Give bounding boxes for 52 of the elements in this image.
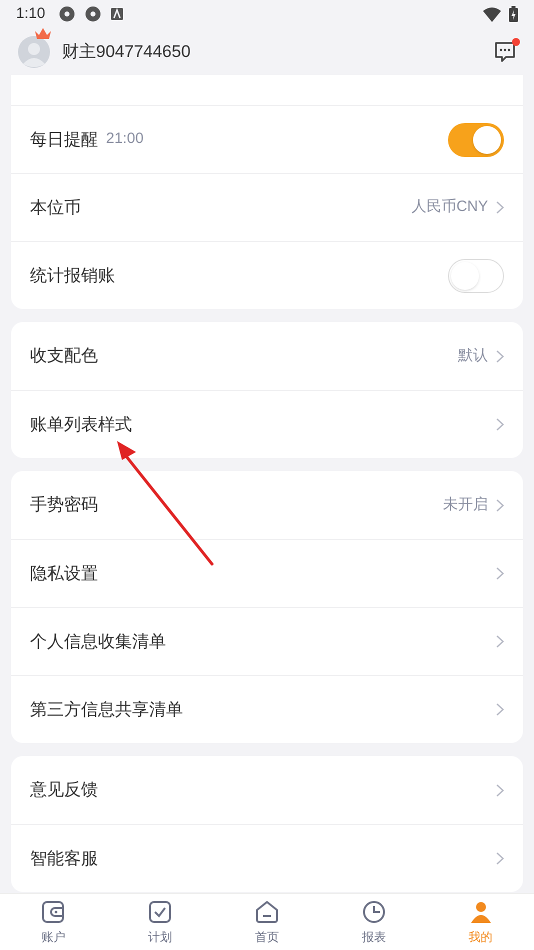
- nav-tab[interactable]: 计划: [106, 894, 214, 950]
- avatar[interactable]: [18, 36, 50, 68]
- chevron-icon: [496, 567, 504, 580]
- nav-tab[interactable]: 报表: [320, 894, 428, 950]
- nav-tab[interactable]: 首页: [214, 894, 320, 950]
- settings-row[interactable]: 个人信息收集清单: [11, 607, 523, 675]
- clock-icon: [360, 898, 387, 924]
- chevron-icon: [496, 852, 504, 865]
- wifi-icon: [483, 6, 501, 22]
- setting-label: 隐私设置: [30, 562, 98, 585]
- setting-value: 默认: [458, 346, 488, 366]
- chevron-icon: [496, 201, 504, 214]
- settings-row[interactable]: 意见反馈: [11, 756, 523, 824]
- settings-row[interactable]: 本位币 人民币CNY: [11, 173, 523, 241]
- checkbox-icon: [147, 898, 174, 924]
- settings-row[interactable]: 智能客服: [11, 824, 523, 892]
- setting-label: 每日提醒: [30, 128, 98, 151]
- chevron-icon: [496, 418, 504, 431]
- keyboard-icon: [111, 8, 124, 20]
- settings-row[interactable]: 隐私设置: [11, 539, 523, 607]
- setting-label: 智能客服: [30, 848, 98, 870]
- settings-row[interactable]: 手势密码 未开启: [11, 471, 523, 539]
- setting-label: 个人信息收集清单: [30, 630, 166, 653]
- wallet-icon: [40, 898, 66, 924]
- username: 财主9047744650: [62, 40, 191, 63]
- setting-label: 第三方信息共享清单: [30, 698, 183, 721]
- setting-label: 意见反馈: [30, 779, 98, 802]
- chevron-icon: [496, 350, 504, 362]
- setting-label: 本位币: [30, 196, 81, 219]
- chevron-icon: [496, 635, 504, 648]
- home-icon: [254, 898, 280, 924]
- setting-value: 人民币CNY: [411, 197, 488, 218]
- chevron-icon: [496, 498, 504, 512]
- setting-label: 账单列表样式: [30, 414, 132, 436]
- app-icon: [85, 6, 102, 22]
- chevron-icon: [496, 784, 504, 796]
- app-icon: [59, 6, 76, 22]
- setting-label: 收支配色: [30, 345, 98, 368]
- crown-icon: [34, 26, 52, 40]
- toggle-switch[interactable]: [448, 258, 504, 292]
- battery-icon: [509, 6, 518, 22]
- setting-label: 统计报销账: [30, 264, 115, 287]
- setting-label: 手势密码: [30, 494, 98, 516]
- setting-note: 21:00: [106, 129, 144, 150]
- toggle-switch[interactable]: [448, 122, 504, 156]
- message-icon[interactable]: [494, 40, 516, 62]
- chevron-icon: [496, 703, 504, 716]
- settings-row[interactable]: 第三方信息共享清单: [11, 675, 523, 743]
- status-time: 1:10: [16, 4, 46, 24]
- nav-tab[interactable]: 账户: [0, 894, 107, 950]
- settings-row[interactable]: 收支配色 默认: [11, 322, 523, 390]
- setting-value: 未开启: [443, 494, 488, 515]
